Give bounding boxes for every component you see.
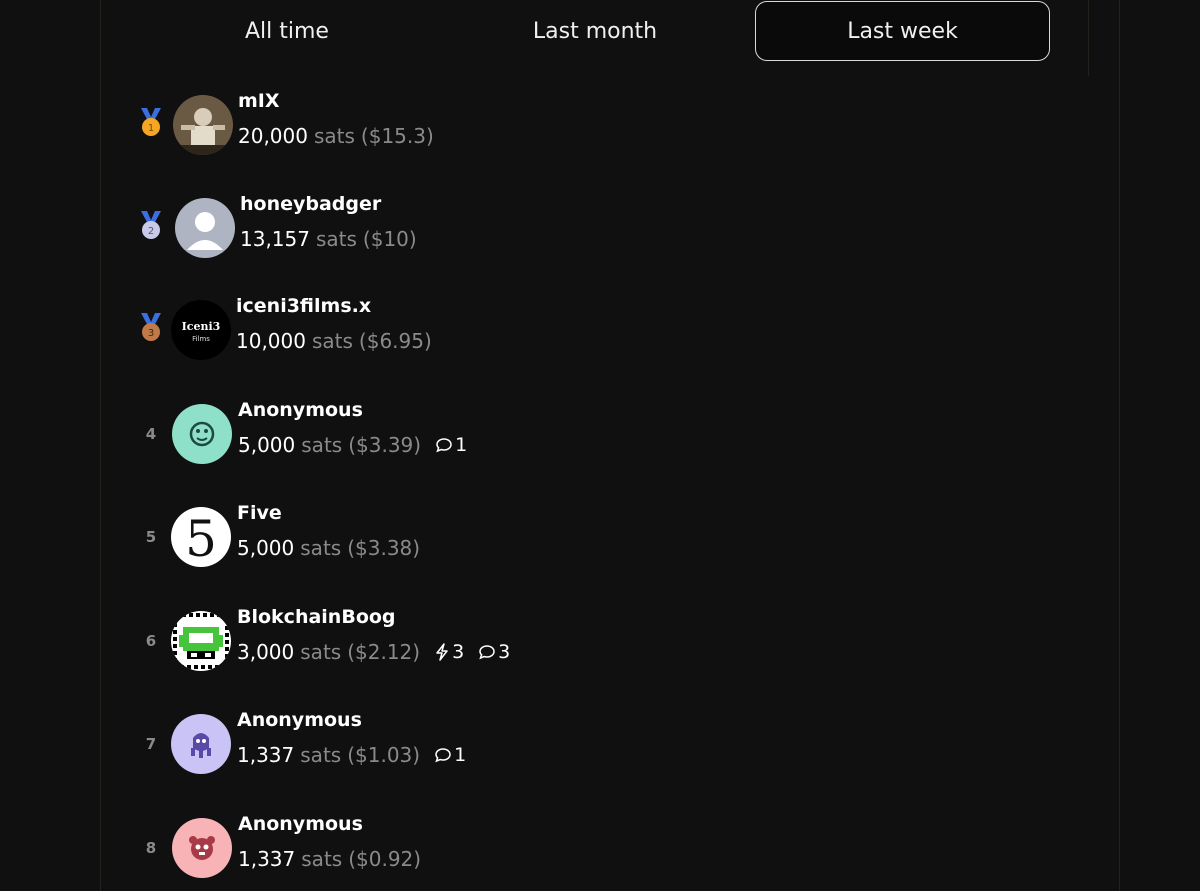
leaderboard-row: 2 honeybadger 13,157 sats ($10) [130,193,650,263]
tab-last-month[interactable]: Last month [440,1,750,61]
leaderboard-row: 6 BlokchainBoog 3,000 sats ($2.12) 3 3 [130,606,650,676]
user-name-link[interactable]: Anonymous [238,813,363,835]
sats-unit: sats [315,227,357,251]
user-name-link[interactable]: iceni3films.x [236,295,371,317]
sats-unit: sats [300,640,342,664]
silver-medal-icon: 2 [141,211,161,239]
avatar-five-text: 5 [185,510,217,567]
zap-stats: 3,000 sats ($2.12) 3 3 [237,640,510,664]
zap-stats: 5,000 sats ($3.38) [237,536,420,560]
default-person-avatar-icon [175,198,235,258]
anon-pink-avatar-icon [172,818,232,878]
leaderboard-row: 4 Anonymous 5,000 sats ($3.39) 1 [130,399,650,469]
lightning-bolt-icon [436,643,448,661]
zap-stats: 13,157 sats ($10) [240,227,417,251]
user-avatar[interactable] [173,95,233,155]
bronze-medal-icon: 3 [141,313,161,341]
sats-amount: 10,000 [236,329,306,353]
sats-unit: sats [301,433,343,457]
leaderboard-row: 5 5 Five 5,000 sats ($3.38) [130,502,650,572]
tab-last-week[interactable]: Last week [755,1,1050,61]
user-avatar[interactable] [171,714,231,774]
zap-stats: 1,337 sats ($0.92) [238,847,421,871]
usd-amount: ($0.92) [348,847,422,871]
user-avatar[interactable] [175,198,235,258]
sats-unit: sats [300,536,342,560]
tab-all-time[interactable]: All time [132,1,442,61]
medal-rank-text: 1 [148,123,154,134]
five-avatar-icon: 5 [171,507,231,567]
comment-count-value: 3 [498,641,511,663]
tabs-divider [1088,0,1089,76]
sats-amount: 20,000 [238,124,308,148]
usd-amount: ($10) [362,227,417,251]
sats-unit: sats [300,743,342,767]
user-name-link[interactable]: Five [237,502,282,524]
leaderboard-row: 7 Anonymous 1,337 sats ($1.03) 1 [130,709,650,779]
iceni3-films-logo-icon: Iceni3 Films [171,300,231,360]
sats-amount: 5,000 [238,433,296,457]
avatar-logo-text: Iceni3 [182,320,221,333]
leaderboard-row: 3 Iceni3 Films iceni3films.x 10,000 sats… [130,295,650,365]
rank-number: 8 [145,839,157,857]
usd-amount: ($1.03) [347,743,421,767]
user-name-link[interactable]: Anonymous [238,399,363,421]
zap-count[interactable]: 3 [434,641,464,663]
gold-medal-icon: 1 [141,108,161,136]
comment-count-value: 1 [455,434,468,456]
usd-amount: ($3.38) [347,536,421,560]
sats-amount: 3,000 [237,640,295,664]
comment-count[interactable]: 3 [478,641,510,663]
user-name-link[interactable]: Anonymous [237,709,362,731]
sats-unit: sats [311,329,353,353]
rank-number: 4 [145,425,157,443]
usd-amount: ($6.95) [358,329,432,353]
rank-number: 7 [145,735,157,753]
user-avatar[interactable]: Iceni3 Films [171,300,231,360]
zap-stats: 10,000 sats ($6.95) [236,329,432,353]
sats-amount: 1,337 [237,743,295,767]
avatar-logo-subtext: Films [192,335,210,343]
zap-count-value: 3 [452,641,465,663]
sats-amount: 5,000 [237,536,295,560]
medal-rank-text: 3 [148,328,154,339]
user-name-link[interactable]: mIX [238,90,280,112]
comment-icon [479,645,495,660]
zap-stats: 5,000 sats ($3.39) 1 [238,433,467,457]
sats-amount: 1,337 [238,847,296,871]
anon-mint-avatar-icon [172,404,232,464]
comment-count[interactable]: 1 [435,434,467,456]
leaderboard-row: 8 Anonymous 1,337 sats ($0.92) [130,813,650,883]
usd-amount: ($2.12) [347,640,421,664]
comment-count[interactable]: 1 [434,744,466,766]
medal-rank-text: 2 [148,226,154,237]
user-avatar[interactable] [172,404,232,464]
photo-avatar-icon [173,95,233,155]
usd-amount: ($3.39) [348,433,422,457]
comment-count-value: 1 [454,744,467,766]
user-avatar[interactable] [172,818,232,878]
usd-amount: ($15.3) [360,124,434,148]
rank-number: 6 [145,632,157,650]
comment-icon [436,438,452,453]
zap-stats: 1,337 sats ($1.03) 1 [237,743,466,767]
comment-icon [435,748,451,763]
sats-unit: sats [301,847,343,871]
user-avatar[interactable] [171,611,231,671]
zap-stats: 20,000 sats ($15.3) [238,124,434,148]
user-avatar[interactable]: 5 [171,507,231,567]
user-name-link[interactable]: honeybadger [240,193,381,215]
rank-number: 5 [145,528,157,546]
sats-amount: 13,157 [240,227,310,251]
leaderboard-row: 1 mIX 20,000 sats ($15.3) [130,90,650,160]
sats-unit: sats [313,124,355,148]
user-name-link[interactable]: BlokchainBoog [237,606,396,628]
anon-lavender-avatar-icon [171,714,231,774]
pixel-creature-avatar-icon [171,611,231,671]
